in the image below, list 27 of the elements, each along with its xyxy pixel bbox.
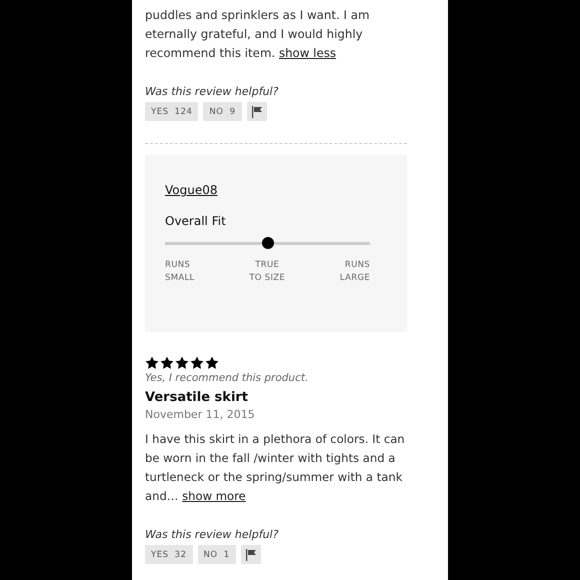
report-button[interactable] <box>240 545 261 564</box>
recommend-text: Yes, I recommend this product. <box>145 372 310 384</box>
no-button[interactable]: NO 9 <box>203 102 242 121</box>
yes-button[interactable]: YES 124 <box>145 102 198 121</box>
review-date: November 11, 2015 <box>145 408 256 421</box>
star-icon <box>205 356 219 370</box>
fit-scale-label: RUNS LARGE <box>340 259 370 285</box>
star-icon <box>145 356 159 370</box>
fit-title: Overall Fit <box>165 214 227 228</box>
review-title: Versatile skirt <box>145 390 250 405</box>
helpful-question: Was this review helpful? <box>145 528 280 541</box>
no-button[interactable]: NO 1 <box>198 545 236 564</box>
report-button[interactable] <box>246 102 267 121</box>
show-less-link[interactable]: show less <box>278 46 336 60</box>
yes-button[interactable]: YES 32 <box>145 545 192 564</box>
fit-scale-label: TRUE TO SIZE <box>249 259 286 285</box>
star-icon <box>160 356 174 370</box>
review-text: I have this skirt in a plethora of colors. It can be worn in the fall /winter with tights and a turtleneck or the spring/summer with a tank and… show more <box>145 431 406 505</box>
fit-scale-label: RUNS SMALL <box>165 259 195 285</box>
star-icon <box>190 356 204 370</box>
show-more-link[interactable]: show more <box>182 489 246 503</box>
flag-icon <box>250 106 263 118</box>
flag-icon <box>244 548 257 560</box>
username-link[interactable]: Vogue08 <box>165 183 218 197</box>
helpful-question: Was this review helpful? <box>145 85 280 98</box>
review-text: puddles and sprinklers as I want. I am eternally grateful, and I would highly recommend this item. show less <box>145 7 370 62</box>
star-icon <box>175 356 189 370</box>
